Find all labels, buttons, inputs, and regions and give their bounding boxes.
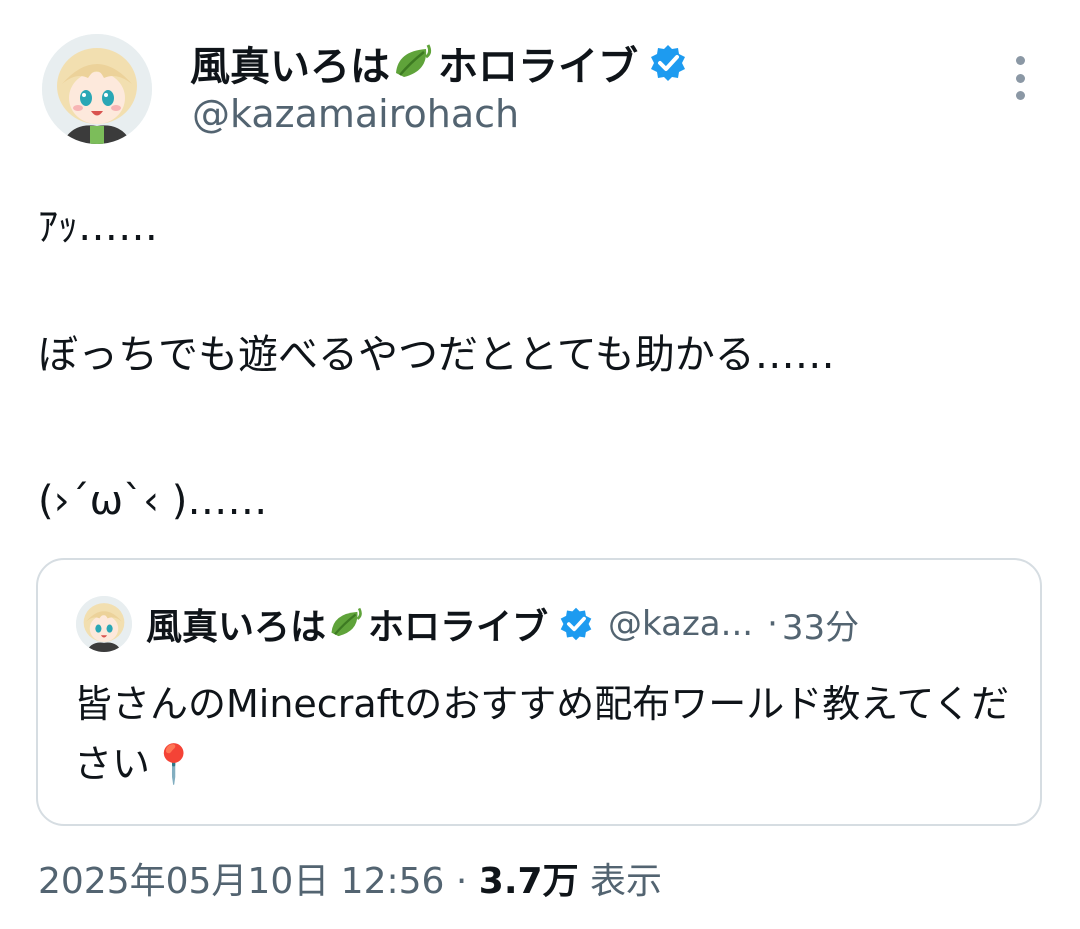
avatar[interactable] [42,34,152,144]
quoted-display-name: 風真いろは [146,607,327,648]
quoted-tweet-card[interactable]: 風真いろは ホロライブ @kaza... · 33分 皆さんのMinecraft… [36,558,1042,826]
quoted-separator: · [767,604,778,644]
tweet-text-line: ｱｯ…… [38,204,158,250]
quoted-header: 風真いろは ホロライブ @kaza... · 33分 [146,596,859,652]
author-handle[interactable]: @kazamairohach [192,92,519,136]
author-name-row[interactable]: 風真いろは ホロライブ [190,36,688,90]
quoted-avatar [76,596,132,652]
quoted-handle: @kaza... [608,604,754,644]
author-display-name[interactable]: 風真いろは [190,34,390,92]
meta-separator: · [455,861,468,902]
tweet-text-line: ぼっちでも遊べるやつだととても助かる…… [38,332,835,378]
leaf-icon [328,606,366,642]
avatar-image [42,34,152,144]
verified-badge-icon[interactable] [648,43,688,83]
tweet-detail: 風真いろは ホロライブ @kazamairohach ｱｯ…… ぼっちでも遊べる… [0,0,1080,929]
more-options-icon[interactable] [1008,56,1032,100]
quoted-tweet-text: 皆さんのMinecraftのおすすめ配布ワールド教えてください📍 [74,682,1010,786]
tweet-text-line: (›´ω`‹ )…… [38,478,268,524]
leaf-icon [392,43,436,83]
tweet-meta: 2025年05月10日 12:56 · 3.7万 表示 [38,852,662,904]
views-count[interactable]: 3.7万 [479,861,579,902]
quoted-display-name-suffix: ホロライブ [368,607,549,648]
verified-badge-icon [558,606,594,642]
more-dot [1015,73,1025,83]
quoted-timestamp: 33分 [781,607,860,648]
more-dot [1015,56,1025,65]
author-display-name-suffix[interactable]: ホロライブ [438,34,638,92]
views-label: 表示 [590,861,663,902]
more-dot [1015,91,1025,100]
tweet-timestamp[interactable]: 2025年05月10日 12:56 [38,861,444,902]
quoted-avatar-image [76,596,132,652]
